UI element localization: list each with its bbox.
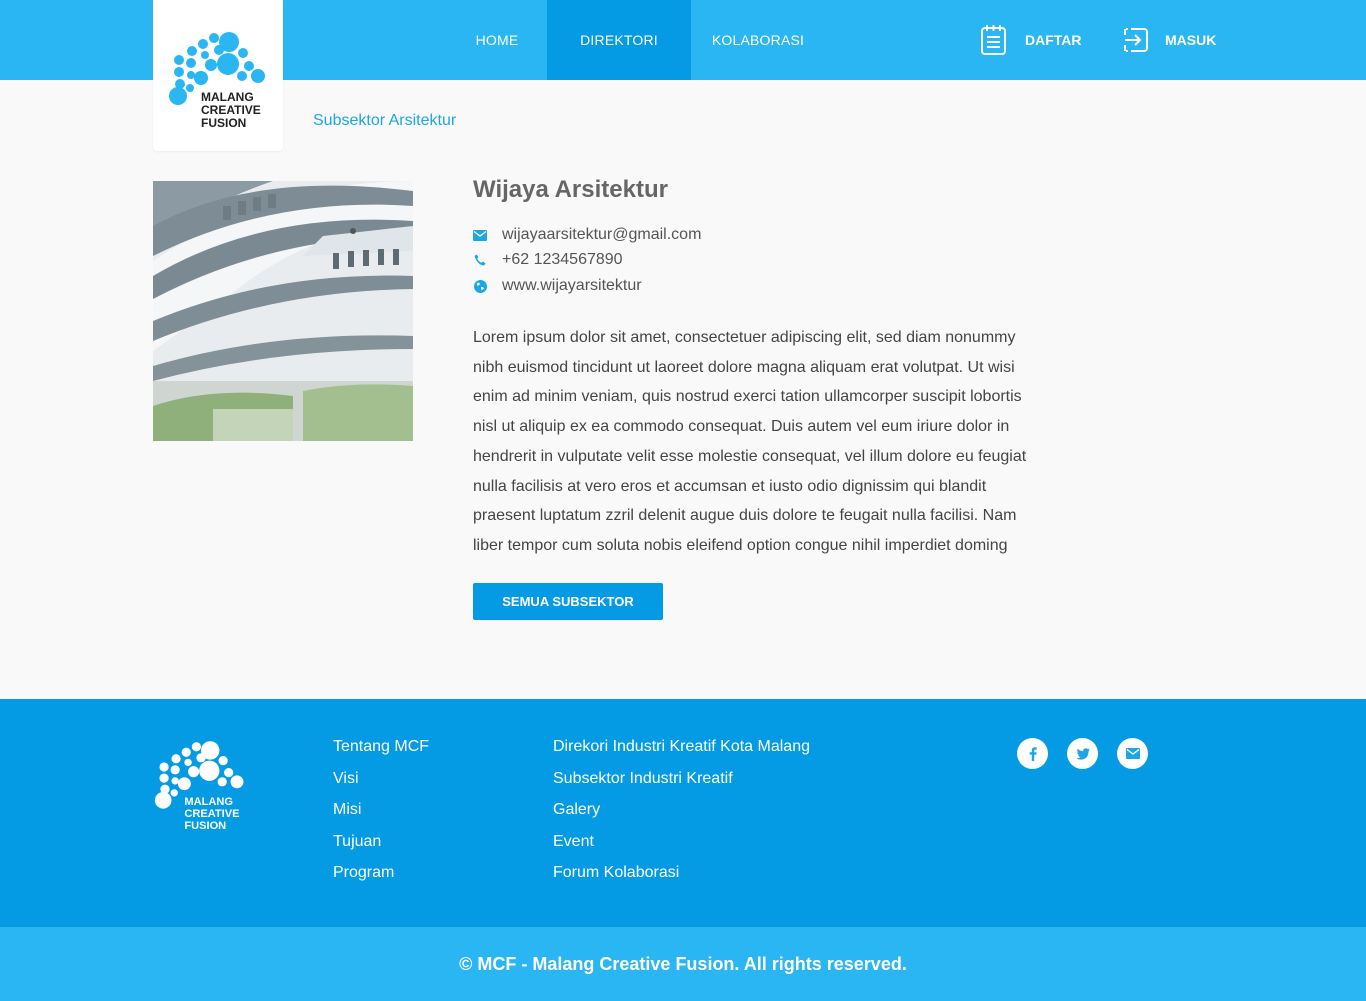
footer-link-tentang[interactable]: Tentang MCF (333, 735, 429, 767)
envelope-icon (1125, 748, 1140, 759)
footer-links-about: Tentang MCF Visi Misi Tujuan Program (333, 735, 429, 893)
contact-email[interactable]: wijayaarsitektur@gmail.com (473, 226, 701, 244)
nav-direktori[interactable]: DIREKTORI (547, 0, 691, 80)
logo[interactable]: MALANG CREATIVE FUSION (153, 0, 283, 151)
email-button[interactable] (1117, 738, 1148, 769)
phone-text: +62 1234567890 (502, 251, 623, 268)
nav-kolaborasi[interactable]: KOLABORASI (702, 0, 814, 80)
profile-photo (153, 181, 413, 441)
footer-link-program[interactable]: Program (333, 861, 429, 893)
contact-phone[interactable]: +62 1234567890 (473, 251, 623, 269)
logo-line1: MALANG (201, 90, 254, 104)
footer-links-directory: Direkori Industri Kreatif Kota Malang Su… (553, 735, 810, 893)
twitter-button[interactable] (1067, 738, 1098, 769)
footer-link-visi[interactable]: Visi (333, 767, 429, 799)
company-name: Wijaya Arsitektur (473, 176, 668, 203)
footer-logo-line1: MALANG (184, 796, 233, 808)
facebook-button[interactable] (1017, 738, 1048, 769)
footer-link-tujuan[interactable]: Tujuan (333, 830, 429, 862)
daftar-button[interactable]: DAFTAR (978, 0, 1082, 80)
clipboard-icon (981, 25, 1006, 55)
email-text: wijayaarsitektur@gmail.com (502, 226, 702, 243)
footer-logo[interactable]: MALANG CREATIVE FUSION (153, 737, 249, 839)
footer-link-misi[interactable]: Misi (333, 798, 429, 830)
copyright: © MCF - Malang Creative Fusion. All righ… (0, 927, 1366, 1001)
footer-link-direktori[interactable]: Direkori Industri Kreatif Kota Malang (553, 735, 810, 767)
breadcrumb[interactable]: Subsektor Arsitektur (313, 112, 456, 130)
footer-logo-line2: CREATIVE (184, 808, 239, 820)
footer-link-galery[interactable]: Galery (553, 798, 810, 830)
company-description: Lorem ipsum dolor sit amet, consectetuer… (473, 329, 1027, 554)
facebook-icon (1029, 746, 1037, 761)
daftar-label: DAFTAR (1025, 32, 1082, 48)
footer-link-event[interactable]: Event (553, 830, 810, 862)
logo-line3: FUSION (201, 116, 246, 130)
website-text: www.wijayarsitektur (502, 277, 642, 294)
footer-link-subsektor[interactable]: Subsektor Industri Kreatif (553, 767, 810, 799)
envelope-icon (473, 228, 487, 242)
mcf-logo-white-icon: MALANG CREATIVE FUSION (154, 741, 244, 832)
contact-website[interactable]: www.wijayarsitektur (473, 277, 642, 295)
nav-home[interactable]: HOME (462, 0, 532, 80)
masuk-label: MASUK (1165, 32, 1217, 48)
twitter-icon (1075, 747, 1090, 760)
phone-icon (473, 253, 487, 267)
sign-in-icon (1124, 28, 1148, 52)
mcf-logo-icon: MALANG CREATIVE FUSION (169, 32, 265, 130)
globe-icon (473, 279, 487, 293)
footer-link-forum[interactable]: Forum Kolaborasi (553, 861, 810, 893)
logo-line2: CREATIVE (201, 103, 261, 117)
masuk-button[interactable]: MASUK (1122, 0, 1216, 80)
footer-logo-line3: FUSION (184, 820, 226, 832)
semua-subsektor-button[interactable]: SEMUA SUBSEKTOR (473, 583, 663, 620)
